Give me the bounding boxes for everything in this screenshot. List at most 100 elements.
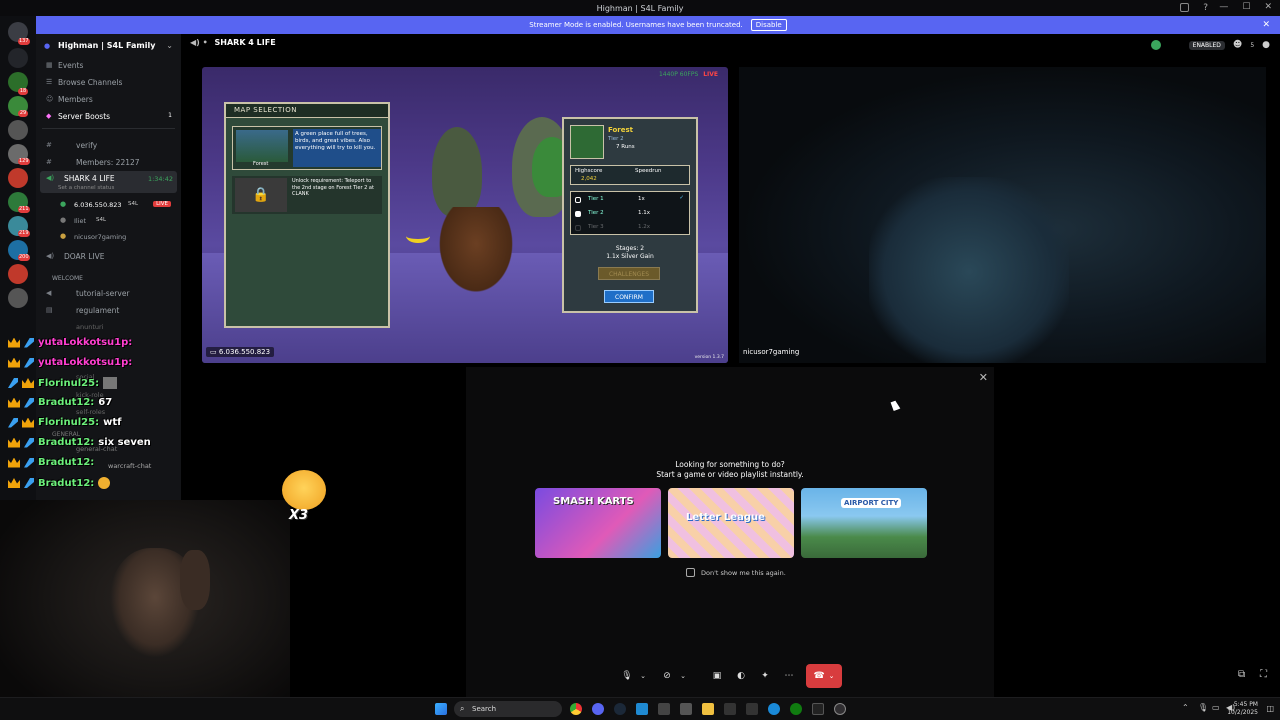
- maximize-button[interactable]: ☐: [1242, 2, 1250, 12]
- close-icon[interactable]: ✕: [979, 371, 988, 384]
- camera-tile[interactable]: nicusor7gaming: [739, 67, 1266, 363]
- category-welcome[interactable]: WELCOME: [52, 275, 83, 282]
- notification-icon[interactable]: ◫: [1266, 704, 1274, 713]
- speedrun-label: Speedrun: [635, 168, 662, 174]
- obs-icon[interactable]: [834, 703, 846, 715]
- chevron-up-icon[interactable]: ⌃: [1182, 703, 1189, 712]
- checkbox[interactable]: [575, 197, 581, 203]
- tier-mult: 1x: [638, 196, 645, 202]
- app-icon[interactable]: [724, 703, 736, 715]
- channel-verify[interactable]: verify: [76, 141, 97, 150]
- voice-user[interactable]: 6.036.550.823: [74, 201, 122, 209]
- server-icon[interactable]: [8, 264, 28, 284]
- hash-icon: #: [46, 141, 52, 149]
- xbox-icon[interactable]: [790, 703, 802, 715]
- tier-row[interactable]: Tier 1 1x ✓: [574, 195, 686, 206]
- detail-thumbnail: [570, 125, 604, 159]
- chevron-down-icon[interactable]: ⌄: [676, 669, 690, 683]
- app-icon[interactable]: [746, 703, 758, 715]
- game-card-letter-league[interactable]: Letter League: [668, 488, 794, 558]
- status-icon[interactable]: [1150, 40, 1161, 50]
- vscode-icon[interactable]: [636, 703, 648, 715]
- map-card-locked[interactable]: 🔒 Unlock requirement: Teleport to the 2n…: [232, 176, 382, 214]
- tier-row[interactable]: Tier 2 1.1x: [574, 209, 686, 220]
- inbox-icon[interactable]: [1180, 3, 1190, 12]
- calculator-icon[interactable]: [680, 703, 692, 715]
- server-icon[interactable]: [8, 48, 28, 68]
- minimize-button[interactable]: —: [1219, 2, 1228, 12]
- channel-tutorial[interactable]: tutorial-server: [76, 289, 130, 298]
- activity-icon[interactable]: ◐: [734, 669, 748, 683]
- banner-close-icon[interactable]: ✕: [1262, 20, 1270, 30]
- microphone-icon[interactable]: 🎙: [620, 669, 634, 683]
- taskbar-clock[interactable]: 5:45 PM 10/2/2025: [1227, 701, 1258, 717]
- channel-doar-live[interactable]: DOAR LIVE: [64, 252, 105, 261]
- server-icon[interactable]: [8, 168, 28, 188]
- chevron-down-icon: ⌄: [828, 672, 835, 680]
- tree: [432, 127, 482, 217]
- server-name[interactable]: Highman | S4L Family: [58, 41, 155, 50]
- sidebar-item-members[interactable]: Members: [58, 95, 93, 104]
- channel-members-count[interactable]: Members: 22127: [76, 158, 140, 167]
- camera-off-icon[interactable]: ⊘: [660, 669, 674, 683]
- streamer-enabled-badge[interactable]: ENABLED: [1188, 40, 1225, 50]
- tier-name: Tier 1: [588, 196, 604, 202]
- fullscreen-icon[interactable]: ⛶: [1260, 669, 1267, 680]
- disable-button[interactable]: Disable: [750, 19, 787, 31]
- checkbox[interactable]: [686, 568, 695, 577]
- challenges-button[interactable]: CHALLENGES: [598, 267, 660, 280]
- chat-icon[interactable]: ●: [1262, 40, 1270, 50]
- chevron-down-icon[interactable]: ⌄: [636, 669, 650, 683]
- edge-icon[interactable]: [768, 703, 780, 715]
- header-tools: ENABLED ☻ 5 ●: [1150, 40, 1270, 50]
- chrome-icon[interactable]: [570, 703, 582, 715]
- close-button[interactable]: ✕: [1264, 2, 1272, 12]
- checkbox[interactable]: [575, 211, 581, 217]
- hang-up-button[interactable]: ☎ ⌄: [806, 664, 842, 688]
- stream-tile[interactable]: 1440P 60FPS LIVE MAP SELECTION Forest A …: [202, 67, 728, 363]
- tier-row[interactable]: Tier 3 1.2x: [574, 223, 686, 234]
- stages-text: Stages: 2: [615, 245, 645, 252]
- network-icon[interactable]: ▭: [1212, 703, 1220, 712]
- streamer-webcam: [0, 500, 290, 720]
- emoji-icon: [98, 477, 111, 489]
- steam-icon[interactable]: [614, 703, 626, 715]
- sidebar-item-boosts[interactable]: Server Boosts: [58, 112, 110, 121]
- app-icon[interactable]: [658, 703, 670, 715]
- game-title: Letter League: [686, 512, 765, 523]
- search-label: Search: [472, 705, 497, 713]
- chat-user: yutaLokkotsu1p:: [38, 357, 133, 368]
- checkbox[interactable]: [575, 225, 581, 231]
- sidebar-item-browse[interactable]: Browse Channels: [58, 78, 122, 87]
- voice-user[interactable]: Iliet: [74, 217, 86, 225]
- help-icon[interactable]: ?: [1203, 3, 1208, 13]
- members-icon[interactable]: ☻: [1233, 40, 1242, 50]
- map-card-forest[interactable]: Forest A green place full of trees, bird…: [232, 126, 382, 170]
- laughing-emoji-icon: [282, 470, 326, 510]
- mic-icon[interactable]: 🎙: [1198, 703, 1208, 712]
- sidebar-item-events[interactable]: Events: [58, 61, 83, 70]
- voice-user[interactable]: nicusor7gaming: [74, 233, 126, 241]
- tier-name: Tier 2: [588, 210, 604, 216]
- map-detail-panel: Forest Tier 2 7 Runs Highscore Speedrun …: [562, 117, 698, 313]
- game-card-airport-city[interactable]: AIRPORT CITY: [801, 488, 927, 558]
- channel-status[interactable]: Set a channel status: [58, 185, 114, 191]
- screen-share-icon[interactable]: ▣: [710, 669, 724, 683]
- score-table: Highscore Speedrun 2,042: [570, 165, 690, 185]
- more-icon[interactable]: ⋯: [782, 669, 796, 683]
- server-icon[interactable]: [8, 120, 28, 140]
- discord-icon[interactable]: [592, 703, 604, 715]
- dont-show-again[interactable]: Don't show me this again.: [686, 568, 786, 577]
- windows-start-icon[interactable]: [435, 703, 447, 715]
- voice-channel-name[interactable]: SHARK 4 LIFE: [64, 174, 115, 183]
- chevron-down-icon[interactable]: ⌄: [166, 41, 173, 50]
- popout-icon[interactable]: ⧉: [1238, 669, 1245, 680]
- terminal-icon[interactable]: [812, 703, 824, 715]
- game-card-smash-karts[interactable]: SMASH KARTS: [535, 488, 661, 558]
- server-icon[interactable]: [8, 288, 28, 308]
- taskbar-search[interactable]: ⌕ Search: [454, 701, 562, 717]
- folder-icon[interactable]: [702, 703, 714, 715]
- soundboard-icon[interactable]: ✦: [758, 669, 772, 683]
- channel-regulament[interactable]: regulament: [76, 306, 119, 315]
- confirm-button[interactable]: CONFIRM: [604, 290, 654, 303]
